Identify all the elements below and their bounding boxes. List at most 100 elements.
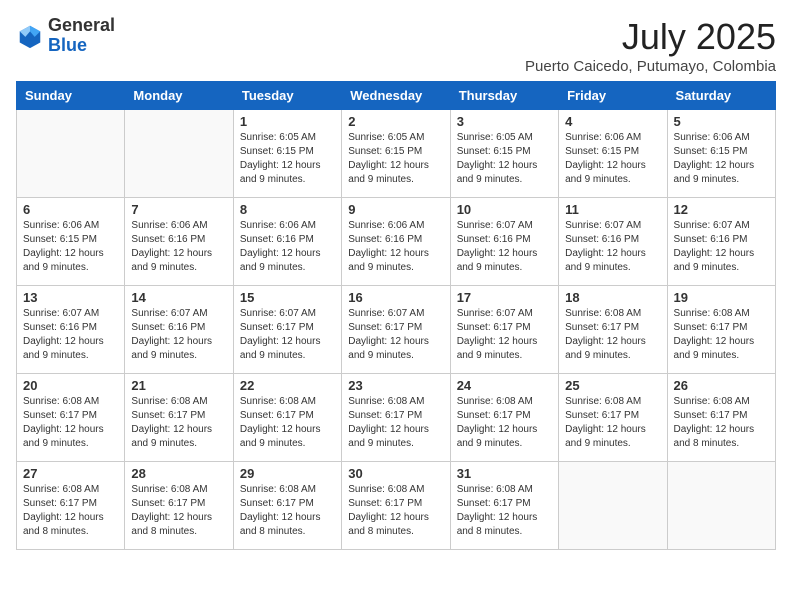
calendar-cell: 29 Sunrise: 6:08 AM Sunset: 6:17 PM Dayli… (233, 462, 341, 550)
calendar-cell: 15 Sunrise: 6:07 AM Sunset: 6:17 PM Dayli… (233, 286, 341, 374)
day-number: 9 (348, 202, 443, 217)
calendar-cell: 13 Sunrise: 6:07 AM Sunset: 6:16 PM Dayli… (17, 286, 125, 374)
calendar-cell: 27 Sunrise: 6:08 AM Sunset: 6:17 PM Dayli… (17, 462, 125, 550)
header-sunday: Sunday (17, 82, 125, 110)
cell-info: Sunrise: 6:07 AM Sunset: 6:16 PM Dayligh… (457, 219, 552, 275)
calendar-cell: 6 Sunrise: 6:06 AM Sunset: 6:15 PM Daylig… (17, 198, 125, 286)
day-number: 15 (240, 290, 335, 305)
calendar-cell (559, 462, 667, 550)
cell-info: Sunrise: 6:08 AM Sunset: 6:17 PM Dayligh… (348, 483, 443, 539)
calendar-cell: 28Sunrise: 6:08 AM Sunset: 6:17 PM Dayli… (125, 462, 233, 550)
calendar-cell: 8Sunrise: 6:06 AM Sunset: 6:16 PM Daylig… (233, 198, 341, 286)
calendar-cell: 2 Sunrise: 6:05 AM Sunset: 6:15 PM Daylig… (342, 110, 450, 198)
location-subtitle: Puerto Caicedo, Putumayo, Colombia (525, 58, 776, 75)
cell-info: Sunrise: 6:07 AM Sunset: 6:17 PM Dayligh… (348, 307, 443, 363)
calendar-cell: 5 Sunrise: 6:06 AM Sunset: 6:15 PM Daylig… (667, 110, 775, 198)
day-number: 16 (348, 290, 443, 305)
day-number: 10 (457, 202, 552, 217)
title-block: July 2025 Puerto Caicedo, Putumayo, Colo… (525, 16, 776, 75)
calendar-cell: 21 Sunrise: 6:08 AM Sunset: 6:17 PM Dayli… (125, 374, 233, 462)
calendar-cell: 26 Sunrise: 6:08 AM Sunset: 6:17 PM Dayli… (667, 374, 775, 462)
cell-info: Sunrise: 6:07 AM Sunset: 6:16 PM Dayligh… (131, 307, 226, 363)
cell-info: Sunrise: 6:08 AM Sunset: 6:17 PM Dayligh… (23, 483, 118, 539)
day-number: 28 (131, 466, 226, 481)
cell-info: Sunrise: 6:06 AM Sunset: 6:16 PM Dayligh… (348, 219, 443, 275)
day-number: 26 (674, 378, 769, 393)
calendar-cell: 22 Sunrise: 6:08 AM Sunset: 6:17 PM Dayli… (233, 374, 341, 462)
day-number: 5 (674, 114, 769, 129)
day-number: 6 (23, 202, 118, 217)
day-number: 8 (240, 202, 335, 217)
calendar-cell: 1 Sunrise: 6:05 AM Sunset: 6:15 PM Daylig… (233, 110, 341, 198)
day-number: 12 (674, 202, 769, 217)
cell-info: Sunrise: 6:08 AM Sunset: 6:17 PM Dayligh… (674, 395, 769, 451)
cell-info: Sunrise: 6:07 AM Sunset: 6:17 PM Dayligh… (457, 307, 552, 363)
cell-info: Sunrise: 6:07 AM Sunset: 6:17 PM Dayligh… (240, 307, 335, 363)
cell-info: Sunrise: 6:06 AM Sunset: 6:16 PM Dayligh… (131, 219, 226, 275)
cell-info: Sunrise: 6:08 AM Sunset: 6:17 PM Dayligh… (23, 395, 118, 451)
day-number: 11 (565, 202, 660, 217)
calendar-cell: 16 Sunrise: 6:07 AM Sunset: 6:17 PM Dayli… (342, 286, 450, 374)
day-number: 7 (131, 202, 226, 217)
calendar-cell: 19 Sunrise: 6:08 AM Sunset: 6:17 PM Dayli… (667, 286, 775, 374)
cell-info: Sunrise: 6:08 AM Sunset: 6:17 PM Dayligh… (240, 483, 335, 539)
cell-info: Sunrise: 6:08 AM Sunset: 6:17 PM Dayligh… (565, 307, 660, 363)
calendar-cell: 12 Sunrise: 6:07 AM Sunset: 6:16 PM Dayli… (667, 198, 775, 286)
logo: General Blue (16, 16, 115, 56)
calendar-cell: 24 Sunrise: 6:08 AM Sunset: 6:17 PM Dayli… (450, 374, 558, 462)
week-row-3: 20Sunrise: 6:08 AM Sunset: 6:17 PM Dayli… (17, 374, 776, 462)
day-number: 21 (131, 378, 226, 393)
cell-info: Sunrise: 6:08 AM Sunset: 6:17 PM Dayligh… (674, 307, 769, 363)
day-number: 19 (674, 290, 769, 305)
calendar-cell: 9 Sunrise: 6:06 AM Sunset: 6:16 PM Daylig… (342, 198, 450, 286)
cell-info: Sunrise: 6:07 AM Sunset: 6:16 PM Dayligh… (674, 219, 769, 275)
cell-info: Sunrise: 6:06 AM Sunset: 6:15 PM Dayligh… (565, 131, 660, 187)
cell-info: Sunrise: 6:06 AM Sunset: 6:15 PM Dayligh… (674, 131, 769, 187)
calendar-cell (17, 110, 125, 198)
day-number: 2 (348, 114, 443, 129)
calendar-cell: 18Sunrise: 6:08 AM Sunset: 6:17 PM Dayli… (559, 286, 667, 374)
calendar-header-row: SundayMondayTuesdayWednesdayThursdayFrid… (17, 82, 776, 110)
calendar-cell: 11 Sunrise: 6:07 AM Sunset: 6:16 PM Dayli… (559, 198, 667, 286)
header-friday: Friday (559, 82, 667, 110)
header-monday: Monday (125, 82, 233, 110)
day-number: 22 (240, 378, 335, 393)
cell-info: Sunrise: 6:05 AM Sunset: 6:15 PM Dayligh… (348, 131, 443, 187)
cell-info: Sunrise: 6:08 AM Sunset: 6:17 PM Dayligh… (565, 395, 660, 451)
day-number: 17 (457, 290, 552, 305)
month-year-title: July 2025 (525, 16, 776, 58)
calendar-cell: 20Sunrise: 6:08 AM Sunset: 6:17 PM Dayli… (17, 374, 125, 462)
day-number: 24 (457, 378, 552, 393)
logo-icon (16, 22, 44, 50)
cell-info: Sunrise: 6:08 AM Sunset: 6:17 PM Dayligh… (348, 395, 443, 451)
cell-info: Sunrise: 6:07 AM Sunset: 6:16 PM Dayligh… (23, 307, 118, 363)
day-number: 25 (565, 378, 660, 393)
cell-info: Sunrise: 6:08 AM Sunset: 6:17 PM Dayligh… (457, 483, 552, 539)
day-number: 29 (240, 466, 335, 481)
logo-general-text: General (48, 15, 115, 35)
calendar-cell: 3Sunrise: 6:05 AM Sunset: 6:15 PM Daylig… (450, 110, 558, 198)
week-row-4: 27 Sunrise: 6:08 AM Sunset: 6:17 PM Dayli… (17, 462, 776, 550)
cell-info: Sunrise: 6:08 AM Sunset: 6:17 PM Dayligh… (131, 395, 226, 451)
calendar-cell: 31Sunrise: 6:08 AM Sunset: 6:17 PM Dayli… (450, 462, 558, 550)
day-number: 1 (240, 114, 335, 129)
day-number: 13 (23, 290, 118, 305)
page-header: General Blue July 2025 Puerto Caicedo, P… (16, 16, 776, 75)
calendar-cell: 7 Sunrise: 6:06 AM Sunset: 6:16 PM Daylig… (125, 198, 233, 286)
calendar-cell: 30Sunrise: 6:08 AM Sunset: 6:17 PM Dayli… (342, 462, 450, 550)
cell-info: Sunrise: 6:06 AM Sunset: 6:15 PM Dayligh… (23, 219, 118, 275)
calendar-cell (125, 110, 233, 198)
header-thursday: Thursday (450, 82, 558, 110)
day-number: 27 (23, 466, 118, 481)
cell-info: Sunrise: 6:05 AM Sunset: 6:15 PM Dayligh… (240, 131, 335, 187)
calendar-cell: 4 Sunrise: 6:06 AM Sunset: 6:15 PM Daylig… (559, 110, 667, 198)
cell-info: Sunrise: 6:05 AM Sunset: 6:15 PM Dayligh… (457, 131, 552, 187)
week-row-0: 1 Sunrise: 6:05 AM Sunset: 6:15 PM Daylig… (17, 110, 776, 198)
day-number: 4 (565, 114, 660, 129)
calendar-cell: 25 Sunrise: 6:08 AM Sunset: 6:17 PM Dayli… (559, 374, 667, 462)
cell-info: Sunrise: 6:08 AM Sunset: 6:17 PM Dayligh… (240, 395, 335, 451)
day-number: 14 (131, 290, 226, 305)
cell-info: Sunrise: 6:07 AM Sunset: 6:16 PM Dayligh… (565, 219, 660, 275)
cell-info: Sunrise: 6:08 AM Sunset: 6:17 PM Dayligh… (457, 395, 552, 451)
header-tuesday: Tuesday (233, 82, 341, 110)
